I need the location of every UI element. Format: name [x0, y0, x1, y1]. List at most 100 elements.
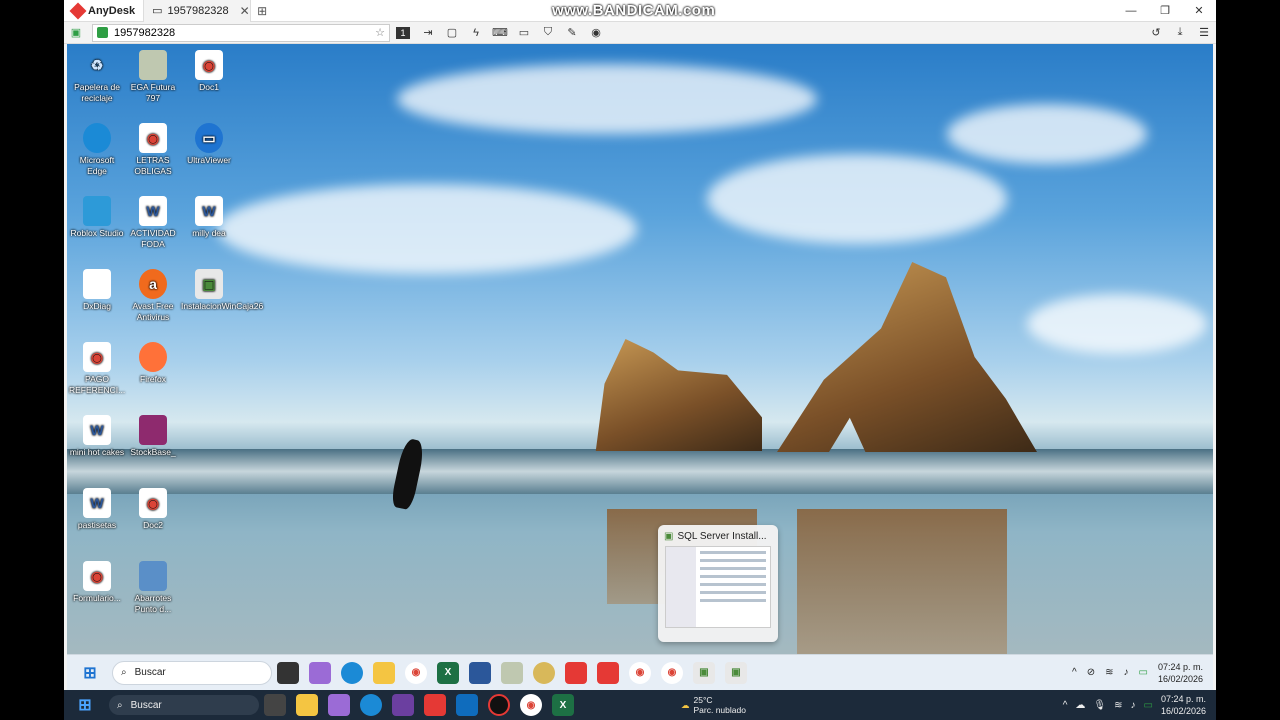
- desktop-icon-abarrotes[interactable]: Abarrotes Punto d...: [125, 561, 181, 615]
- desktop-icon-edge[interactable]: Microsoft Edge: [69, 123, 125, 177]
- cloud-icon[interactable]: ☁: [1075, 700, 1085, 711]
- display-icon[interactable]: ▭: [512, 26, 536, 39]
- desktop-icon-avast[interactable]: a Avast Free Antivirus: [125, 269, 181, 323]
- local-copilot-icon[interactable]: [328, 694, 350, 716]
- desktop-icon-wincaja[interactable]: ▣ InstalacionWinCaja26: [181, 269, 263, 312]
- local-outlook-icon[interactable]: [456, 694, 478, 716]
- wifi-icon[interactable]: ≋: [1105, 667, 1113, 678]
- desktop-icon-formulario[interactable]: ◉ Formulario...: [69, 561, 125, 604]
- desktop-icon-doc1[interactable]: ◉ Doc1: [181, 50, 237, 93]
- installer-icon: ▣: [195, 269, 223, 299]
- transfer-icon[interactable]: ⇥: [416, 26, 440, 39]
- window-controls: — ❐ ✕: [1114, 0, 1216, 22]
- bookmark-icon[interactable]: ☆: [375, 26, 385, 39]
- actions-icon[interactable]: ϟ: [464, 27, 488, 39]
- new-tab-icon[interactable]: ⊞: [251, 4, 273, 18]
- task-view-icon[interactable]: [277, 661, 299, 684]
- permissions-icon[interactable]: ⛉: [536, 26, 560, 39]
- calculator-icon[interactable]: [469, 661, 491, 684]
- close-window-icon[interactable]: ✕: [1182, 0, 1216, 22]
- remote-clock[interactable]: 07:24 p. m. 16/02/2026: [1158, 661, 1203, 685]
- local-explorer-icon[interactable]: [296, 694, 318, 716]
- session-tab[interactable]: ▭ 1957982328 ✕: [143, 0, 252, 22]
- ultraviewer-icon: ▭: [195, 123, 223, 153]
- address-bar[interactable]: 1957982328 ☆: [92, 23, 390, 42]
- desktop-icon-actividad[interactable]: W ACTIVIDAD FODA: [125, 196, 181, 250]
- local-chevron-up-icon[interactable]: ^: [1063, 700, 1068, 711]
- search-icon: ⌕: [121, 667, 127, 678]
- sql-installer-icon: ▣: [664, 531, 674, 542]
- remote-taskbar: ⊞ ⌕ Buscar ◉ X ◉ ◉ ▣ ▣ ^ ⊘ ≋ ♪ ▭ 07:24 p…: [67, 654, 1213, 690]
- local-start-icon[interactable]: ⊞: [74, 694, 96, 716]
- local-chrome-icon[interactable]: ◉: [520, 694, 542, 716]
- bandicam-watermark: www.BANDICAM.com: [552, 2, 716, 19]
- ega-taskbar-icon[interactable]: [501, 661, 523, 684]
- local-anydesk-icon[interactable]: [424, 694, 446, 716]
- weather-condition: Parc. nublado: [693, 705, 746, 715]
- local-system-tray: ^ ☁ 🎙 ≋ ♪ ▭ 07:24 p. m. 16/02/2026: [1063, 693, 1216, 717]
- whiteboard-icon[interactable]: ✎: [560, 26, 584, 39]
- anydesk-taskbar-icon-2[interactable]: [597, 661, 619, 684]
- edge-taskbar-icon[interactable]: [341, 661, 363, 684]
- battery-icon[interactable]: ▭: [1139, 667, 1148, 678]
- desktop-icon-roblox[interactable]: Roblox Studio: [69, 196, 125, 239]
- remote-desktop: ♻ Papelera de reciclaje EGA Futura 797 ◉ D…: [67, 44, 1213, 654]
- local-clock[interactable]: 07:24 p. m. 16/02/2026: [1161, 693, 1206, 717]
- volume-icon[interactable]: ♪: [1124, 667, 1129, 678]
- download-icon[interactable]: ⤓: [1168, 26, 1192, 39]
- chrome-profile-icon[interactable]: ◉: [629, 661, 651, 684]
- local-record-icon[interactable]: [488, 694, 510, 716]
- maximize-icon[interactable]: ❐: [1148, 0, 1182, 22]
- sql-setup-taskbar-icon[interactable]: ▣: [725, 661, 747, 684]
- microphone-icon[interactable]: 🎙: [1093, 700, 1106, 711]
- app-coin-icon[interactable]: [533, 661, 555, 684]
- history-icon[interactable]: ↺: [1144, 26, 1168, 39]
- weather-widget[interactable]: ☁ 25°C Parc. nublado: [681, 695, 746, 715]
- chrome-taskbar-icon[interactable]: ◉: [405, 661, 427, 684]
- desktop-icon-milly[interactable]: Wmilly dea: [181, 196, 237, 239]
- chrome-icon: ◉: [195, 50, 223, 80]
- connection-status-icon: ▣: [70, 27, 82, 39]
- local-search-box[interactable]: ⌕ Buscar: [109, 695, 259, 715]
- desktop-icon-firefox[interactable]: Firefox: [125, 342, 181, 385]
- chrome-taskbar-icon-2[interactable]: ◉: [661, 661, 683, 684]
- monitor-select-button[interactable]: 1: [396, 26, 410, 39]
- remote-search-box[interactable]: ⌕ Buscar: [112, 660, 272, 685]
- local-excel-icon[interactable]: X: [552, 694, 574, 716]
- local-app-icon[interactable]: [392, 694, 414, 716]
- excel-icon[interactable]: X: [437, 661, 459, 684]
- desktop-icon-mini-hot-cakes[interactable]: Wmini hot cakes: [69, 415, 125, 458]
- local-volume-icon[interactable]: ♪: [1131, 700, 1136, 711]
- small-rock: [595, 339, 762, 451]
- keyboard-icon[interactable]: ⌨: [488, 26, 512, 39]
- desktop-icon-recycle-bin[interactable]: ♻ Papelera de reciclaje: [69, 50, 125, 104]
- windows-start-icon[interactable]: ⊞: [79, 662, 101, 684]
- chat-icon[interactable]: ▢: [440, 26, 464, 39]
- desktop-icon-doc2[interactable]: ◉ Doc2: [125, 488, 181, 531]
- file-explorer-icon[interactable]: [373, 661, 395, 684]
- roblox-icon: [83, 196, 111, 226]
- chevron-up-icon[interactable]: ^: [1072, 667, 1077, 678]
- network-off-icon[interactable]: ⊘: [1087, 667, 1095, 678]
- local-battery-icon[interactable]: ▭: [1144, 700, 1153, 711]
- local-task-view-icon[interactable]: [264, 694, 286, 716]
- minimize-icon[interactable]: —: [1114, 0, 1148, 22]
- chrome-icon: ◉: [83, 342, 111, 372]
- screenshot-icon[interactable]: ◉: [584, 26, 608, 39]
- desktop-icon-pago[interactable]: ◉ PAGO REFERENCI...: [69, 342, 125, 396]
- copilot-icon[interactable]: [309, 661, 331, 684]
- local-wifi-icon[interactable]: ≋: [1114, 700, 1122, 711]
- menu-icon[interactable]: ☰: [1192, 26, 1216, 39]
- local-edge-icon[interactable]: [360, 694, 382, 716]
- desktop-icon-stockbase[interactable]: StockBase_: [125, 415, 181, 458]
- taskbar-preview-thumbnail[interactable]: ▣ SQL Server Install...: [658, 525, 778, 642]
- desktop-icon-ultraviewer[interactable]: ▭ UltraViewer: [181, 123, 237, 166]
- desktop-icon-dxdiag[interactable]: DxDiag: [69, 269, 125, 312]
- desktop-icon-letras[interactable]: ◉ LETRAS OBLIGAS: [125, 123, 181, 177]
- sql-installer-taskbar-icon[interactable]: ▣: [693, 661, 715, 684]
- anydesk-taskbar-icon[interactable]: [565, 661, 587, 684]
- remote-time: 07:24 p. m.: [1157, 661, 1203, 672]
- desktop-icon-ega[interactable]: EGA Futura 797: [125, 50, 181, 104]
- edge-icon: [83, 123, 111, 153]
- desktop-icon-pastisetas[interactable]: Wpastisetas: [69, 488, 125, 531]
